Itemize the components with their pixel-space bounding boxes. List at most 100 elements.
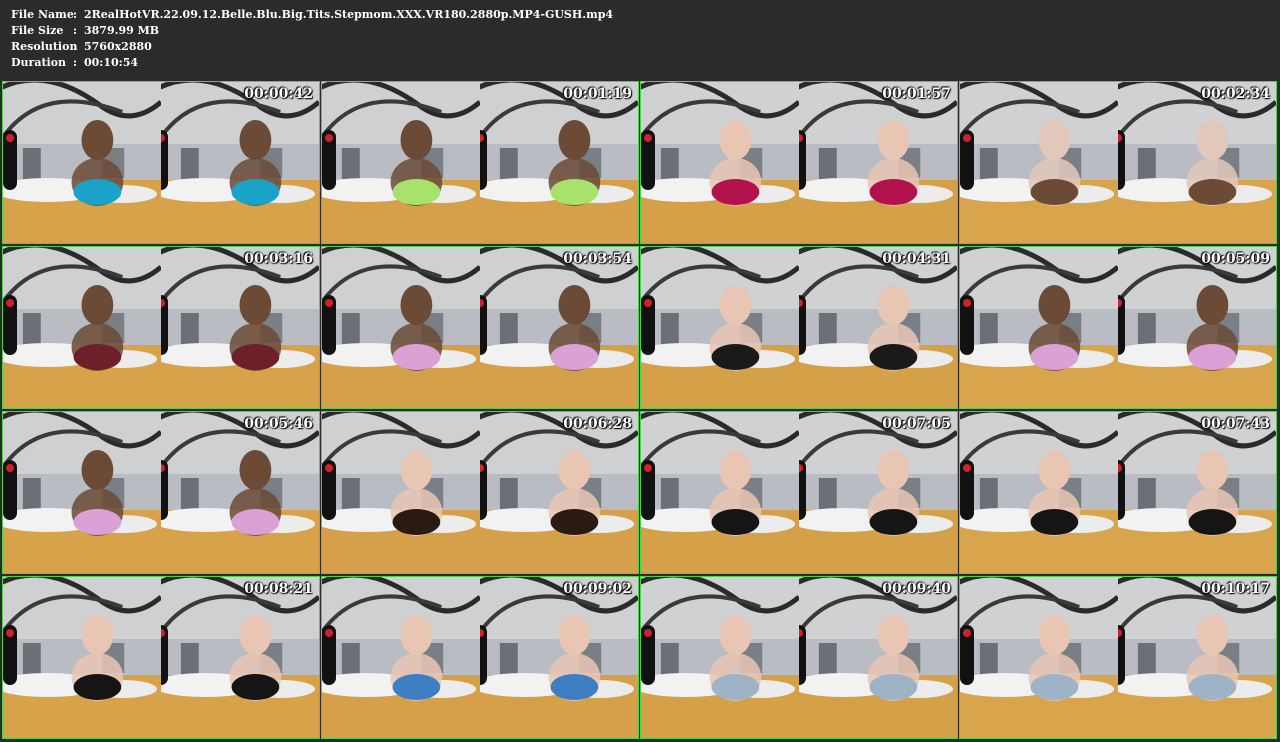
thumbnail-tile: 00:00:42 xyxy=(2,81,320,244)
video-frame-scene xyxy=(322,412,480,573)
thumbnail-tile: 00:09:02 xyxy=(321,576,639,739)
watermark-logo xyxy=(322,625,336,685)
watermark-logo xyxy=(1118,295,1125,355)
file-name-label: File Name xyxy=(11,8,74,21)
watermark-logo xyxy=(799,130,806,190)
left-eye-frame xyxy=(960,247,1118,408)
video-frame-scene xyxy=(322,247,480,408)
thumbnail-tile: 00:07:05 xyxy=(640,411,958,574)
watermark-logo xyxy=(960,460,974,520)
file-name-value: 2RealHotVR.22.09.12.Belle.Blu.Big.Tits.S… xyxy=(84,8,614,21)
video-frame-scene xyxy=(1118,577,1276,738)
right-eye-frame xyxy=(161,577,319,738)
video-frame-scene xyxy=(799,412,957,573)
video-frame-scene xyxy=(1118,412,1276,573)
video-frame-scene xyxy=(3,412,161,573)
left-eye-frame xyxy=(641,577,799,738)
video-frame-scene xyxy=(480,82,638,243)
thumbnail-tile: 00:08:21 xyxy=(2,576,320,739)
timestamp-label: 00:03:16 xyxy=(244,251,313,267)
video-frame-scene xyxy=(799,577,957,738)
left-eye-frame xyxy=(3,577,161,738)
thumbnail-grid: 00:00:42 00:01:19 00:01:57 00:02:34 00:03:16… xyxy=(0,77,1280,742)
timestamp-label: 00:02:34 xyxy=(1201,86,1270,102)
watermark-logo xyxy=(161,130,168,190)
watermark-logo xyxy=(641,625,655,685)
timestamp-label: 00:01:57 xyxy=(882,86,951,102)
right-eye-frame xyxy=(161,82,319,243)
thumbnail-tile: 00:07:43 xyxy=(959,411,1277,574)
file-size-value: 3879.99 MB xyxy=(84,24,160,37)
left-eye-frame xyxy=(960,82,1118,243)
watermark-logo xyxy=(1118,130,1125,190)
file-size-label: File Size xyxy=(11,24,64,37)
video-frame-scene xyxy=(641,82,799,243)
video-frame-scene xyxy=(480,577,638,738)
watermark-logo xyxy=(799,625,806,685)
watermark-logo xyxy=(3,130,17,190)
video-frame-scene xyxy=(960,412,1118,573)
watermark-logo xyxy=(960,625,974,685)
watermark-logo xyxy=(3,460,17,520)
video-frame-scene xyxy=(480,412,638,573)
video-frame-scene xyxy=(161,412,319,573)
left-eye-frame xyxy=(322,247,480,408)
left-eye-frame xyxy=(960,412,1118,573)
timestamp-label: 00:01:19 xyxy=(563,86,632,102)
video-frame-scene xyxy=(799,247,957,408)
right-eye-frame xyxy=(1118,412,1276,573)
video-frame-scene xyxy=(960,247,1118,408)
video-frame-scene xyxy=(641,247,799,408)
timestamp-label: 00:03:54 xyxy=(563,251,632,267)
file-info-header: File Name: 2RealHotVR.22.09.12.Belle.Blu.… xyxy=(0,0,1280,76)
timestamp-label: 00:00:42 xyxy=(244,86,313,102)
left-eye-frame xyxy=(3,247,161,408)
watermark-logo xyxy=(161,460,168,520)
watermark-logo xyxy=(480,460,487,520)
watermark-logo xyxy=(641,295,655,355)
thumbnail-tile: 00:03:54 xyxy=(321,246,639,409)
duration-label: Duration xyxy=(11,56,67,69)
thumbnail-tile: 00:02:34 xyxy=(959,81,1277,244)
thumbnail-tile: 00:01:19 xyxy=(321,81,639,244)
thumbnail-tile: 00:09:40 xyxy=(640,576,958,739)
right-eye-frame xyxy=(799,412,957,573)
watermark-logo xyxy=(3,295,17,355)
duration-separator: : xyxy=(73,56,78,69)
right-eye-frame xyxy=(480,82,638,243)
resolution-value: 5760x2880 xyxy=(84,40,152,53)
timestamp-label: 00:09:02 xyxy=(563,581,632,597)
thumbnail-tile: 00:03:16 xyxy=(2,246,320,409)
thumbnail-tile: 00:06:28 xyxy=(321,411,639,574)
left-eye-frame xyxy=(322,82,480,243)
video-frame-scene xyxy=(161,82,319,243)
video-frame-scene xyxy=(322,577,480,738)
right-eye-frame xyxy=(1118,577,1276,738)
thumbnail-tile: 00:10:17 xyxy=(959,576,1277,739)
resolution-label: Resolution xyxy=(11,40,78,53)
left-eye-frame xyxy=(322,577,480,738)
video-frame-scene xyxy=(1118,247,1276,408)
watermark-logo xyxy=(1118,460,1125,520)
left-eye-frame xyxy=(641,82,799,243)
left-eye-frame xyxy=(641,412,799,573)
watermark-logo xyxy=(480,130,487,190)
watermark-logo xyxy=(322,460,336,520)
watermark-logo xyxy=(3,625,17,685)
right-eye-frame xyxy=(480,247,638,408)
right-eye-frame xyxy=(1118,82,1276,243)
video-frame-scene xyxy=(960,82,1118,243)
timestamp-label: 00:05:46 xyxy=(244,416,313,432)
timestamp-label: 00:04:31 xyxy=(882,251,951,267)
left-eye-frame xyxy=(641,247,799,408)
right-eye-frame xyxy=(161,247,319,408)
video-frame-scene xyxy=(161,577,319,738)
duration-row: Duration:00:10:54 xyxy=(11,55,138,71)
video-frame-scene xyxy=(3,82,161,243)
right-eye-frame xyxy=(799,82,957,243)
video-frame-scene xyxy=(3,577,161,738)
file-size-row: File Size:3879.99 MB xyxy=(11,23,159,39)
file-name-separator: : xyxy=(73,8,78,21)
watermark-logo xyxy=(960,130,974,190)
thumbnail-tile: 00:01:57 xyxy=(640,81,958,244)
